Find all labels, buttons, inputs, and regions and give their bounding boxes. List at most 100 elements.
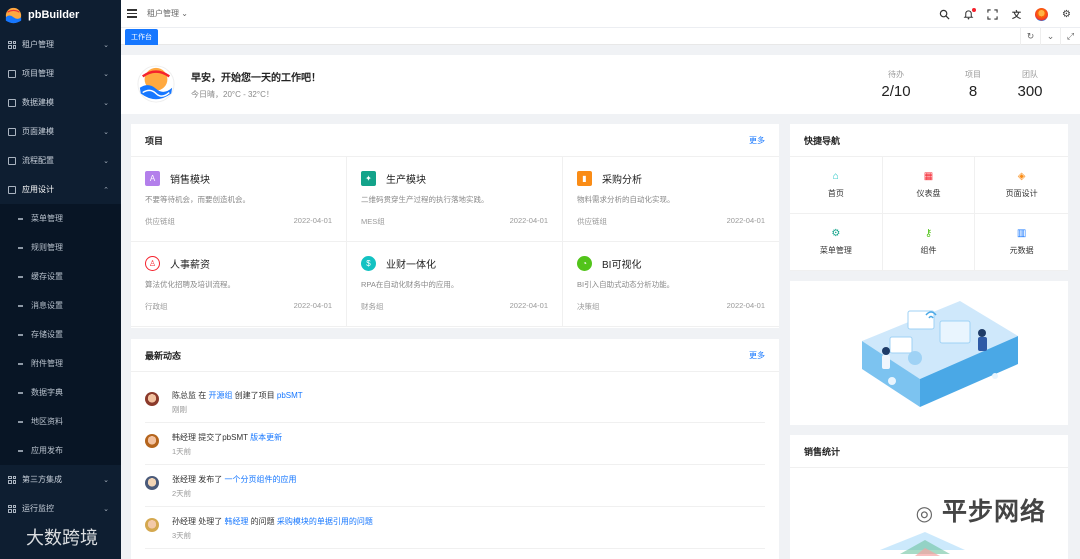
search-icon[interactable] [939, 9, 950, 20]
grid-icon [8, 40, 16, 49]
sidebar-subitem-menu[interactable]: 菜单管理 [0, 204, 121, 233]
sidebar-item-monitor[interactable]: 运行监控 ⌄ [0, 494, 121, 523]
greeting-text: 早安，开始您一天的工作吧！ [191, 73, 321, 84]
project-name: 人事薪资 [170, 260, 210, 271]
sidebar-item-label: 数据建模 [22, 98, 54, 107]
sales-stat-header: 销售统计 [790, 435, 1068, 468]
activity-text-part: 韩经理 提交了pbSMT [172, 433, 251, 442]
expand-icon[interactable]: ⤢ [1060, 28, 1080, 45]
menu-fold-icon[interactable] [127, 9, 137, 18]
activity-link[interactable]: 版本更新 [250, 433, 282, 442]
translate-icon[interactable]: 文 [1011, 9, 1022, 20]
activity-link[interactable]: 韩经理 [224, 517, 248, 526]
sidebar-item-flow[interactable]: 流程配置 ⌄ [0, 146, 121, 175]
sidebar-subitem-cache[interactable]: 缓存设置 [0, 262, 121, 291]
sidebar-subitem-message[interactable]: 消息设置 [0, 291, 121, 320]
quick-nav-dashboard[interactable]: ▦ 仪表盘 [882, 157, 976, 214]
illustration-card [790, 281, 1068, 425]
tab-workbench[interactable]: 工作台 [125, 29, 158, 45]
card-title: 最新动态 [145, 350, 182, 361]
sidebar-subitem-attachment[interactable]: 附件管理 [0, 349, 121, 378]
breadcrumb[interactable]: 租户管理 ⌄ [147, 8, 188, 19]
sidebar-item-project[interactable]: 项目管理 ⌄ [0, 59, 121, 88]
chevron-down-icon: ⌄ [103, 41, 109, 49]
stat-todo: 待办 2/10 [876, 69, 916, 100]
sidebar-item-tenant[interactable]: 租户管理 ⌄ [0, 30, 121, 59]
more-link[interactable]: 更多 [749, 135, 765, 146]
activity-link[interactable]: 采购模块的单据引用的问题 [277, 517, 373, 526]
chevron-down-icon: ⌄ [103, 476, 109, 484]
home-icon: ⌂ [832, 171, 839, 182]
activity-link[interactable]: pbSMT [277, 391, 303, 400]
project-item[interactable]: ♙ 人事薪资 算法优化招聘及培训流程。 行政组 2022-04-01 [131, 242, 347, 327]
sidebar-item-page-model[interactable]: 页面建模 ⌄ [0, 117, 121, 146]
app-name: pbBuilder [28, 9, 80, 21]
quick-nav-home[interactable]: ⌂ 首页 [790, 157, 883, 214]
project-date: 2022-04-01 [293, 301, 332, 310]
activity-item: 张经理 发布了 一个分页组件的应用 2天前 [145, 465, 765, 507]
quick-nav-metadata[interactable]: ▥ 元数据 [975, 214, 1068, 271]
user-icon: ♙ [145, 256, 160, 271]
brand[interactable]: pbBuilder [0, 0, 121, 30]
quick-nav-label: 仪表盘 [916, 189, 941, 198]
sidebar-subitem-publish[interactable]: 应用发布 [0, 436, 121, 465]
avatar[interactable] [145, 518, 159, 532]
chevron-down-icon[interactable]: ⌄ [1040, 28, 1060, 45]
weather-text: 今日晴，20°C - 32°C！ [191, 90, 274, 99]
sidebar-item-label: 页面建模 [22, 127, 54, 136]
project-item[interactable]: ✦ 生产模块 二维码贯穿生产过程的执行落地实践。 MES组 2022-04-01 [347, 157, 563, 242]
projects-grid: A 销售模块 不要等待机会，而要创造机会。 供应链组 2022-04-01 ✦ 生产模… [131, 157, 779, 327]
refresh-icon[interactable]: ↻ [1020, 28, 1040, 45]
sidebar-subitem-storage[interactable]: 存储设置 [0, 320, 121, 349]
activity-link[interactable]: 开源组 [208, 391, 232, 400]
dashboard-icon: ▦ [923, 171, 934, 182]
project-item[interactable]: ▮ 采购分析 物料需求分析的自动化实现。 供应链组 2022-04-01 [563, 157, 779, 242]
dollar-icon: $ [361, 256, 376, 271]
dash-icon [18, 333, 23, 336]
user-avatar[interactable] [1035, 7, 1048, 21]
project-item[interactable]: $ 业财一体化 RPA在自动化财务中的应用。 财务组 2022-04-01 [347, 242, 563, 327]
project-name: 采购分析 [602, 175, 642, 186]
sidebar-item-label: 租户管理 [22, 40, 54, 49]
sidebar-item-data-model[interactable]: 数据建模 ⌄ [0, 88, 121, 117]
project-group: 供应链组 [577, 217, 607, 226]
tab-bar: 工作台 ↻ ⌄ ⤢ [121, 28, 1080, 45]
dash-icon [18, 362, 23, 365]
sidebar-subitem-label: 附件管理 [31, 359, 63, 368]
dash-icon [18, 391, 23, 394]
project-item[interactable]: A 销售模块 不要等待机会，而要创造机会。 供应链组 2022-04-01 [131, 157, 347, 242]
sidebar-subitem-label: 消息设置 [31, 301, 63, 310]
sidebar-item-integration[interactable]: 第三方集成 ⌄ [0, 465, 121, 494]
activity-link[interactable]: 一个分页组件的应用 [224, 475, 296, 484]
gear-icon[interactable]: ⚙ [1061, 9, 1072, 20]
quick-nav-component[interactable]: ⚷ 组件 [882, 214, 976, 271]
more-link[interactable]: 更多 [749, 350, 765, 361]
watermark-text: 平步网络 [941, 498, 1046, 526]
chevron-down-icon: ⌄ [103, 505, 109, 513]
fullscreen-icon[interactable] [987, 8, 998, 20]
avatar[interactable] [145, 476, 159, 490]
project-date: 2022-04-01 [293, 216, 332, 225]
stat-value: 8 [968, 83, 978, 100]
activity-text: 张经理 发布了 一个分页组件的应用 [172, 474, 296, 485]
avatar[interactable] [145, 392, 159, 406]
company-logo-icon [137, 65, 175, 103]
activity-card-header: 最新动态 更多 [131, 339, 779, 372]
quick-nav-menu[interactable]: ⚙ 菜单管理 [790, 214, 883, 271]
quick-nav-page-design[interactable]: ◈ 页面设计 [975, 157, 1068, 214]
sidebar-item-label: 项目管理 [22, 69, 54, 78]
sidebar-subitem-rules[interactable]: 规则管理 [0, 233, 121, 262]
app-design-submenu: 菜单管理 规则管理 缓存设置 消息设置 存储设置 附件管理 数据字典 地区资料 … [0, 204, 121, 465]
project-item[interactable]: ◔ BI可视化 BI引入自助式动态分析功能。 决策组 2022-04-01 [563, 242, 779, 327]
sidebar-item-app-design[interactable]: 应用设计 ⌃ [0, 175, 121, 204]
project-name: BI可视化 [602, 260, 642, 271]
stat-label: 团队 [1022, 70, 1038, 79]
activity-time: 2天前 [172, 489, 192, 498]
sidebar-subitem-dictionary[interactable]: 数据字典 [0, 378, 121, 407]
avatar[interactable] [145, 434, 159, 448]
sidebar-subitem-region[interactable]: 地区资料 [0, 407, 121, 436]
sidebar-item-label: 流程配置 [22, 156, 54, 165]
bell-icon[interactable] [963, 7, 976, 20]
project-date: 2022-04-01 [509, 301, 548, 310]
project-desc: 算法优化招聘及培训流程。 [145, 280, 235, 289]
